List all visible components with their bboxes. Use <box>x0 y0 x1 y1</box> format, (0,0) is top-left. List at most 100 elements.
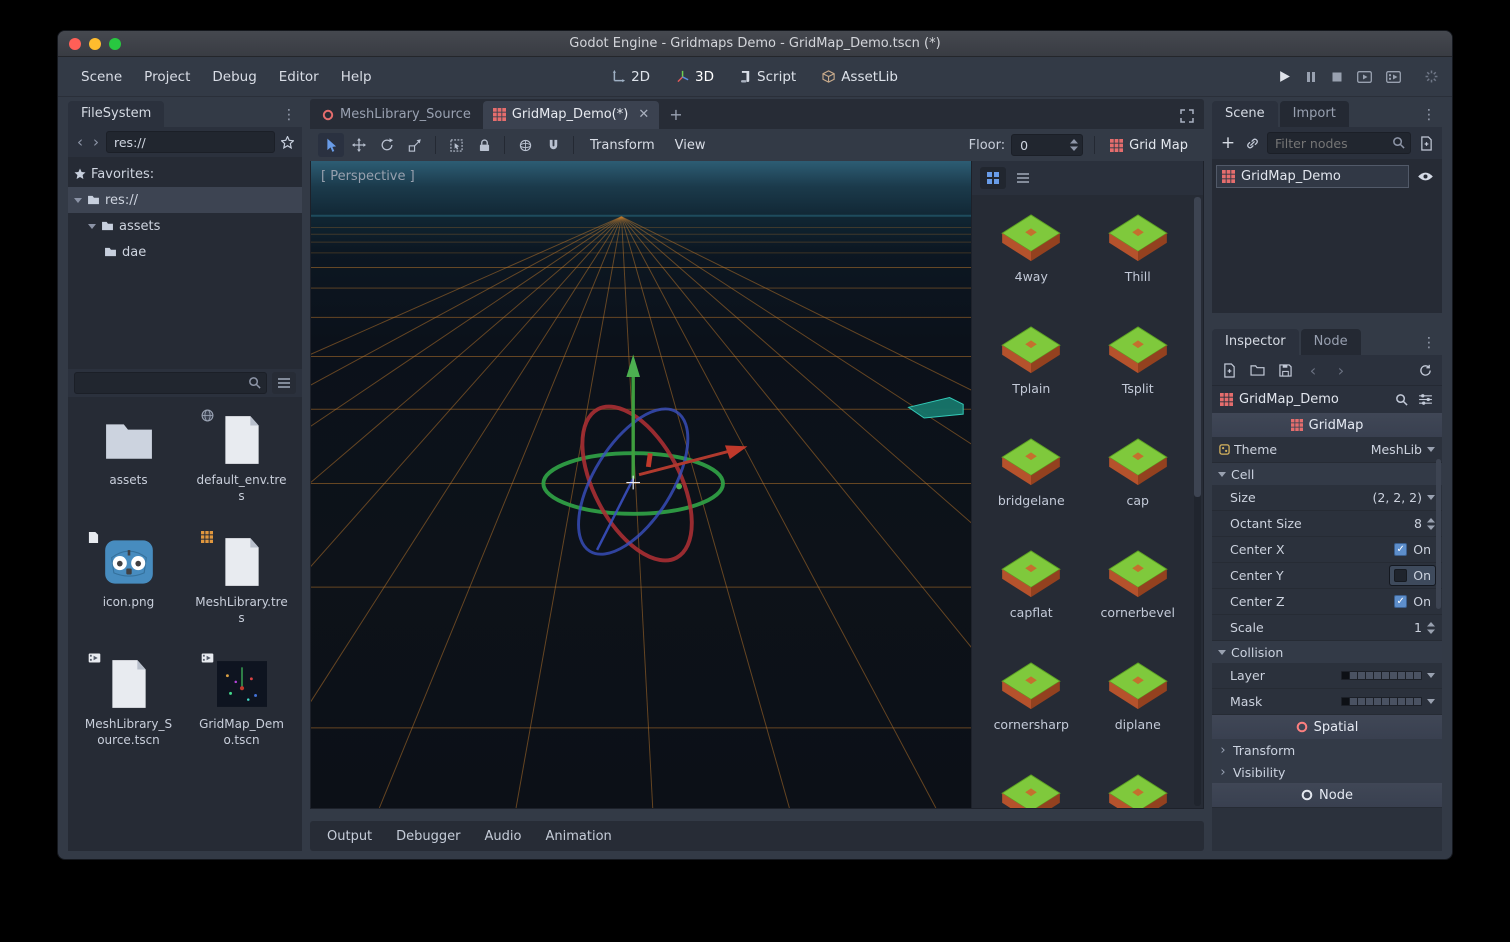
list-select-tool-button[interactable] <box>443 133 469 157</box>
teal-mesh-object[interactable] <box>909 398 964 419</box>
lock-selected-button[interactable] <box>471 133 497 157</box>
inspector-dock-menu-dots[interactable]: ⋮ <box>1416 335 1442 355</box>
close-tab-icon[interactable]: ✕ <box>638 107 649 122</box>
property-search-icon[interactable] <box>1392 393 1410 406</box>
file-item-gridmap-demo-tscn[interactable]: GridMap_Demo.tscn <box>185 647 298 769</box>
3d-viewport[interactable]: [ Perspective ] <box>311 161 971 808</box>
chevron-down-icon[interactable] <box>1427 447 1435 452</box>
play-button[interactable] <box>1278 70 1291 83</box>
scene-dock-menu-dots[interactable]: ⋮ <box>1416 107 1442 127</box>
window-titlebar[interactable]: Godot Engine - Gridmaps Demo - GridMap_D… <box>58 31 1452 57</box>
tab-meshlibrary-source[interactable]: MeshLibrary_Source <box>312 101 481 129</box>
filter-nodes-input[interactable] <box>1267 132 1411 154</box>
visibility-eye-icon[interactable] <box>1413 171 1438 182</box>
theme-value[interactable]: MeshLib <box>1371 442 1435 457</box>
mode-assetlib-button[interactable]: AssetLib <box>813 64 907 90</box>
mode-2d-button[interactable]: 2D <box>603 64 659 90</box>
spinner-arrows-icon[interactable] <box>1070 139 1078 151</box>
inspector-scrollbar-thumb[interactable] <box>1436 459 1441 609</box>
file-item-meshlibrary-source-tscn[interactable]: MeshLibrary_Source.tscn <box>72 647 185 769</box>
mesh-item[interactable]: Thill <box>1085 205 1192 317</box>
new-scene-tab-button[interactable]: + <box>661 105 690 129</box>
file-item-icon-png[interactable]: icon.png <box>72 525 185 647</box>
center-z-checkbox[interactable]: ✓ On <box>1390 592 1435 611</box>
save-resource-button[interactable] <box>1276 364 1294 377</box>
section-visibility[interactable]: › Visibility <box>1212 761 1442 783</box>
section-cell[interactable]: Cell <box>1212 463 1442 485</box>
instance-scene-button[interactable] <box>1243 136 1261 151</box>
spinner-arrows-icon[interactable] <box>1427 518 1435 530</box>
path-input[interactable] <box>106 131 275 153</box>
tab-gridmap-demo[interactable]: GridMap_Demo(*) ✕ <box>483 101 659 129</box>
history-back-button[interactable]: ‹ <box>1304 361 1322 380</box>
tree-item-assets[interactable]: assets <box>68 213 302 239</box>
palette-scrollbar[interactable] <box>1194 197 1201 806</box>
file-item-assets[interactable]: assets <box>72 403 185 525</box>
section-transform[interactable]: › Transform <box>1212 739 1442 761</box>
tree-item-favorites[interactable]: Favorites: <box>68 161 302 187</box>
tab-import[interactable]: Import <box>1280 101 1349 127</box>
expand-caret-icon[interactable] <box>88 224 96 229</box>
chevron-down-icon[interactable] <box>1427 673 1435 678</box>
mesh-item[interactable] <box>978 765 1085 808</box>
play-scene-button[interactable] <box>1357 71 1372 83</box>
minimize-window-button[interactable] <box>89 38 101 50</box>
category-gridmap[interactable]: GridMap <box>1212 413 1442 437</box>
mesh-item[interactable]: Tplain <box>978 317 1085 429</box>
menu-item[interactable]: Debug <box>203 64 265 90</box>
gridmap-menu-button[interactable]: Grid Map <box>1102 134 1196 157</box>
transform-menu[interactable]: Transform <box>581 134 664 157</box>
mesh-item[interactable]: bridgelane <box>978 429 1085 541</box>
expand-caret-icon[interactable] <box>74 198 82 203</box>
mode-script-button[interactable]: Script <box>731 64 805 90</box>
pause-button[interactable] <box>1305 71 1317 83</box>
menu-item[interactable]: Project <box>135 64 199 90</box>
file-list-view-toggle[interactable] <box>272 372 296 394</box>
layer-bitmask-grid[interactable] <box>1341 671 1422 680</box>
center-y-checkbox[interactable]: On <box>1390 566 1435 585</box>
mesh-item[interactable]: cornerbevel <box>1085 541 1192 653</box>
perspective-label[interactable]: [ Perspective ] <box>321 169 415 184</box>
mode-3d-button[interactable]: 3D <box>667 64 723 90</box>
tab-scene[interactable]: Scene <box>1212 101 1278 127</box>
mesh-item[interactable]: diplane <box>1085 653 1192 765</box>
tab-inspector[interactable]: Inspector <box>1212 329 1299 355</box>
tab-filesystem[interactable]: FileSystem <box>68 101 164 127</box>
nav-back-button[interactable]: ‹ <box>74 135 86 150</box>
chevron-down-icon[interactable] <box>1427 495 1435 500</box>
mask-bitmask-grid[interactable] <box>1341 697 1422 706</box>
select-tool-button[interactable] <box>318 133 344 157</box>
checkbox-checked-icon[interactable]: ✓ <box>1394 543 1407 556</box>
section-collision[interactable]: Collision <box>1212 641 1442 663</box>
chevron-down-icon[interactable] <box>1427 699 1435 704</box>
snap-toggle-button[interactable] <box>540 133 566 157</box>
add-node-button[interactable]: + <box>1219 135 1237 152</box>
mesh-item[interactable] <box>1085 765 1192 808</box>
transform-gizmo[interactable] <box>543 355 747 578</box>
zoom-window-button[interactable] <box>109 38 121 50</box>
checkbox-unchecked-icon[interactable] <box>1394 569 1407 582</box>
close-window-button[interactable] <box>69 38 81 50</box>
spinner-arrows-icon[interactable] <box>1427 622 1435 634</box>
thumbnail-view-button[interactable] <box>980 167 1006 189</box>
inspector-tools-icon[interactable] <box>1416 394 1434 405</box>
layer-bitmask[interactable] <box>1341 671 1435 680</box>
new-resource-button[interactable] <box>1220 363 1238 378</box>
category-node[interactable]: Node <box>1212 783 1442 807</box>
menu-item[interactable]: Help <box>332 64 381 90</box>
play-custom-scene-button[interactable] <box>1386 71 1401 83</box>
view-menu[interactable]: View <box>666 134 715 157</box>
menu-item[interactable]: Editor <box>270 64 328 90</box>
floor-spinbox[interactable]: 0 <box>1011 134 1083 156</box>
favorite-toggle-button[interactable] <box>279 136 296 149</box>
mesh-item[interactable]: Tsplit <box>1085 317 1192 429</box>
mesh-item[interactable]: capflat <box>978 541 1085 653</box>
category-spatial[interactable]: Spatial <box>1212 715 1442 739</box>
scale-tool-button[interactable] <box>402 133 428 157</box>
bottom-panel-button[interactable]: Animation <box>534 824 622 849</box>
move-tool-button[interactable] <box>346 133 372 157</box>
bottom-panel-button[interactable]: Debugger <box>385 824 471 849</box>
history-forward-button[interactable]: › <box>1332 361 1350 380</box>
object-history-button[interactable] <box>1416 364 1434 377</box>
mesh-item[interactable]: 4way <box>978 205 1085 317</box>
